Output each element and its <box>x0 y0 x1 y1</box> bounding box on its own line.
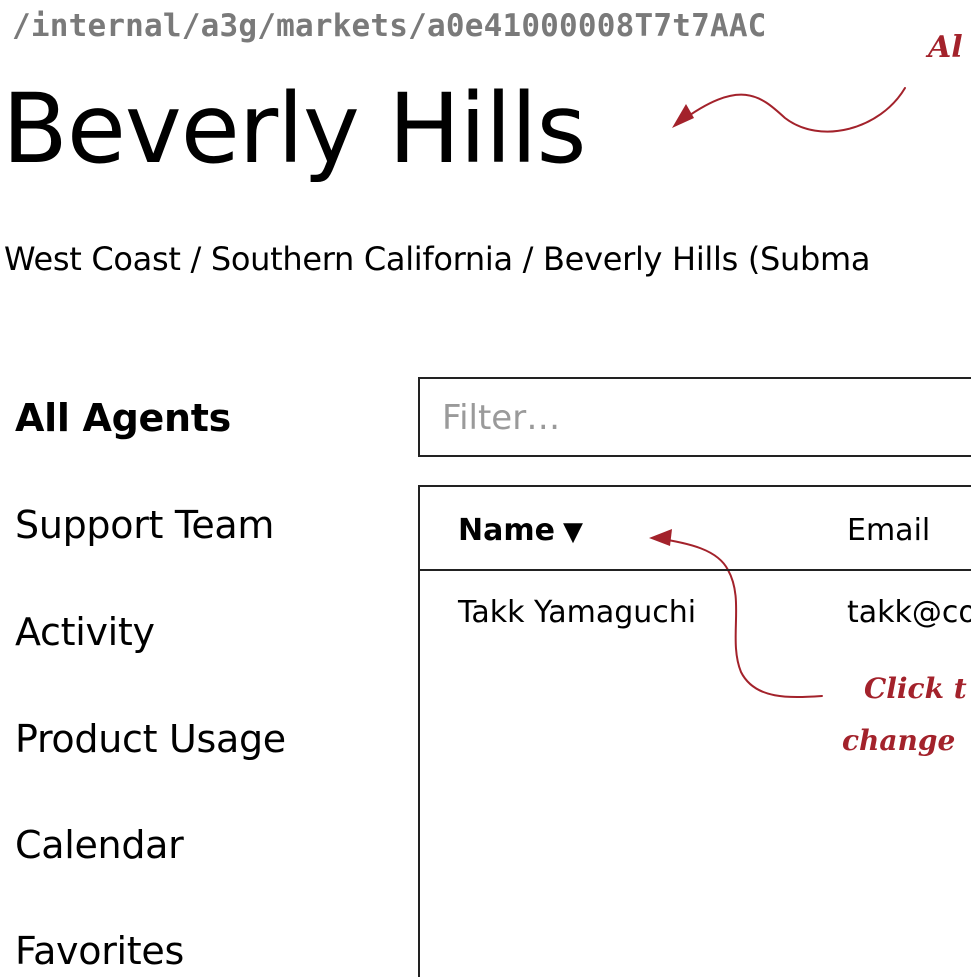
sidebar-item-calendar[interactable]: Calendar <box>15 823 184 867</box>
table-header: Name ▼ Email <box>420 487 971 571</box>
breadcrumb: West Coast / Southern California / Bever… <box>4 240 871 278</box>
filter-input[interactable] <box>442 393 962 443</box>
arrowhead-title <box>672 104 694 128</box>
column-header-name[interactable]: Name ▼ <box>458 513 583 548</box>
url-path: /internal/a3g/markets/a0e41000008T7t7AAC <box>12 8 767 44</box>
filter-box <box>418 377 971 457</box>
annotation-click-line1: Click t <box>864 672 967 705</box>
table-row[interactable]: Takk Yamaguchi takk@co <box>420 583 971 643</box>
sidebar-item-favorites[interactable]: Favorites <box>15 929 184 973</box>
sidebar-item-product-usage[interactable]: Product Usage <box>15 717 286 761</box>
sidebar-item-activity[interactable]: Activity <box>15 610 155 654</box>
annotation-click-line2: change <box>842 724 956 757</box>
sidebar-item-all-agents[interactable]: All Agents <box>15 396 231 440</box>
column-header-email[interactable]: Email <box>847 513 930 548</box>
sidebar-item-support-team[interactable]: Support Team <box>15 503 274 547</box>
annotation-top: Al <box>928 30 963 65</box>
column-header-name-label: Name <box>458 513 555 548</box>
annotation-arrow-title <box>679 87 906 133</box>
sort-descending-icon: ▼ <box>562 517 583 547</box>
cell-email: takk@co <box>847 595 971 630</box>
cell-name: Takk Yamaguchi <box>458 595 697 630</box>
page-title: Beverly Hills <box>2 73 586 185</box>
